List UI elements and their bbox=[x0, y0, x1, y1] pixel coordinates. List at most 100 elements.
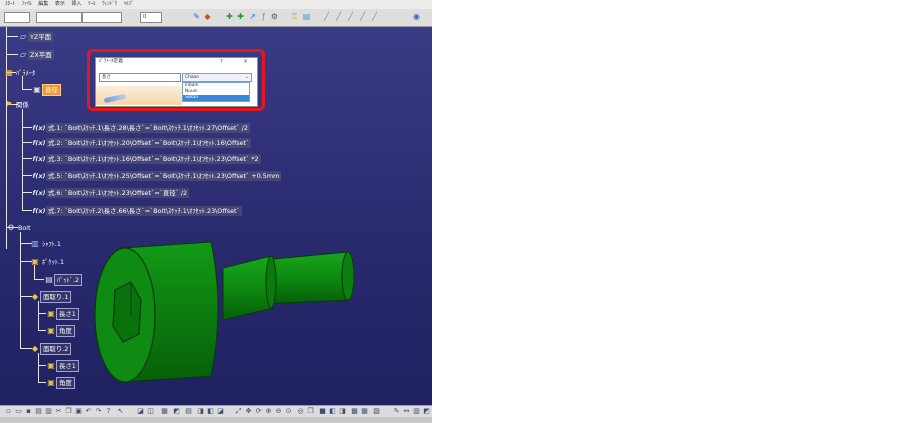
quick-print-icon[interactable]: ▥ bbox=[44, 407, 53, 416]
zoom-area-icon[interactable]: ⊙ bbox=[284, 407, 293, 416]
menu-item-view[interactable]: 表示 bbox=[55, 1, 65, 7]
pocket-icon: ▣ bbox=[31, 256, 39, 266]
copy-icon[interactable]: ❐ bbox=[64, 407, 73, 416]
view-icon-6[interactable]: ◨ bbox=[196, 407, 205, 416]
select-icon[interactable]: ↖ bbox=[116, 407, 125, 416]
tree-node-parameters[interactable]: ▦ ﾊﾟﾗﾒｰﾀ bbox=[4, 67, 37, 78]
bolt-3d-model[interactable] bbox=[93, 238, 363, 388]
toolbar-combo-2[interactable] bbox=[36, 12, 82, 23]
analysis-icon[interactable]: ◩ bbox=[422, 407, 431, 416]
rotate-icon[interactable]: ⟳ bbox=[254, 407, 263, 416]
menu-item-window[interactable]: ｳｨﾝﾄﾞｳ bbox=[102, 1, 117, 7]
zoom-in-icon[interactable]: ⊕ bbox=[264, 407, 273, 416]
tree-node-chamfer-1-length[interactable]: ▣ 長さ1 bbox=[46, 307, 79, 320]
fit-all-icon[interactable]: ⤢ bbox=[234, 407, 243, 416]
view-icon-2[interactable]: ◫ bbox=[146, 407, 155, 416]
tree-node-zx-plane[interactable]: ▱ ZX平面 bbox=[18, 49, 54, 60]
tool-icon-1[interactable]: ╱ bbox=[322, 12, 331, 21]
measure-item-icon[interactable]: ↔ bbox=[402, 407, 411, 416]
tree-node-pocket[interactable]: ▣ ﾎﾟｹｯﾄ.1 bbox=[30, 256, 66, 267]
hide-show-icon[interactable]: ◧ bbox=[328, 407, 337, 416]
pan-icon[interactable]: ✥ bbox=[244, 407, 253, 416]
tree-node-formula-5[interactable]: f(x) 式.5: `Bolt\ｽｹｯﾁ.1\ｵﾌｾｯﾄ.25\Offset`=… bbox=[32, 170, 282, 181]
chamfer-icon: ◆ bbox=[31, 291, 39, 301]
view-icon-3[interactable]: ▦ bbox=[160, 407, 169, 416]
tree-node-body[interactable]: ⚙ Bolt bbox=[6, 222, 33, 233]
chamfer-icon: ◆ bbox=[31, 343, 39, 353]
save-icon[interactable]: ▪ bbox=[24, 407, 33, 416]
menu-item-tools[interactable]: ﾂｰﾙ bbox=[88, 1, 96, 7]
parameter-icon: ▣ bbox=[47, 308, 55, 318]
law-icon[interactable]: ♖ bbox=[290, 12, 299, 21]
tree-node-chamfer-2-length[interactable]: ▣ 長さ1 bbox=[46, 359, 79, 372]
parameter-icon: ▣ bbox=[47, 360, 55, 370]
layer-icon[interactable]: ▧ bbox=[372, 407, 381, 416]
paste-icon[interactable]: ▣ bbox=[74, 407, 83, 416]
table-icon[interactable]: ▤ bbox=[302, 12, 311, 21]
view-icon-4[interactable]: ◩ bbox=[172, 407, 181, 416]
fix-constraint-icon[interactable]: ✚ bbox=[236, 12, 245, 21]
tree-node-chamfer-2-angle[interactable]: ▣ 角度 bbox=[46, 376, 75, 389]
tree-node-relations[interactable]: ⚑ 関係 bbox=[4, 99, 31, 110]
material-icon[interactable]: ▩ bbox=[350, 407, 359, 416]
add-constraint-icon[interactable]: ✚ bbox=[225, 12, 234, 21]
views-icon[interactable]: ❒ bbox=[306, 407, 315, 416]
formula-icon[interactable]: ƒ bbox=[259, 12, 268, 21]
toolbar-combo-layer[interactable]: 0 bbox=[140, 12, 162, 23]
catia-window: ｽﾀｰﾄ ﾌｧｲﾙ 編集 表示 挿入 ﾂｰﾙ ｳｨﾝﾄﾞｳ ﾍﾙﾌﾟ 0 ✎ ◆… bbox=[0, 0, 432, 423]
menu-item-start[interactable]: ｽﾀｰﾄ bbox=[5, 1, 15, 7]
toolbar-combo-3[interactable] bbox=[82, 12, 122, 23]
tree-node-chamfer-1[interactable]: ◆ 面取り.1 bbox=[30, 290, 72, 303]
new-file-icon[interactable]: ▫ bbox=[4, 407, 13, 416]
tree-node-formula-1[interactable]: f(x) 式.1: `Bolt\ｽｹｯﾁ.1\長さ.28\長さ`=`Bolt\ｽ… bbox=[32, 122, 250, 133]
tree-node-chamfer-2[interactable]: ◆ 面取り.2 bbox=[30, 342, 72, 355]
whats-this-icon[interactable]: ? bbox=[104, 407, 113, 416]
menu-item-edit[interactable]: 編集 bbox=[38, 1, 48, 7]
tree-node-formula-6[interactable]: f(x) 式.6: `Bolt\ｽｹｯﾁ.1\ｵﾌｾｯﾄ.23\Offset`=… bbox=[32, 187, 190, 198]
view-icon-1[interactable]: ◪ bbox=[136, 407, 145, 416]
view-icon-5[interactable]: ▤ bbox=[184, 407, 193, 416]
zoom-out-icon[interactable]: ⊖ bbox=[274, 407, 283, 416]
view-icon-8[interactable]: ◪ bbox=[216, 407, 225, 416]
measure-icon[interactable]: ↗ bbox=[248, 12, 257, 21]
print-icon[interactable]: ▤ bbox=[34, 407, 43, 416]
normal-view-icon[interactable]: ◎ bbox=[296, 407, 305, 416]
tree-node-diameter[interactable]: ▣ 直径 bbox=[32, 83, 61, 96]
relations-icon: ⚑ bbox=[5, 99, 13, 109]
highlight-icon[interactable]: ◆ bbox=[203, 12, 212, 21]
formula-icon: f(x) bbox=[32, 123, 46, 132]
format-painter-icon[interactable]: ✎ bbox=[192, 12, 201, 21]
tree-node-shaft[interactable]: ▥ ｼｬﾌﾄ.1 bbox=[30, 238, 63, 249]
formula-icon: f(x) bbox=[32, 154, 46, 163]
cut-icon[interactable]: ✂ bbox=[54, 407, 63, 416]
status-bar bbox=[0, 417, 432, 423]
tool-icon-2[interactable]: ╱ bbox=[334, 12, 343, 21]
tool-icon-5[interactable]: ╱ bbox=[370, 12, 379, 21]
tree-node-chamfer-1-angle[interactable]: ▣ 角度 bbox=[46, 324, 75, 337]
open-file-icon[interactable]: ▭ bbox=[14, 407, 23, 416]
knowledge-icon[interactable]: ⚙ bbox=[270, 12, 279, 21]
tree-node-formula-2[interactable]: f(x) 式.2: `Bolt\ｽｹｯﾁ.1\ｵﾌｾｯﾄ.20\Offset`=… bbox=[32, 137, 252, 148]
view-icon-7[interactable]: ◧ bbox=[206, 407, 215, 416]
menu-item-insert[interactable]: 挿入 bbox=[71, 1, 81, 7]
render-style-icon[interactable]: ■ bbox=[318, 407, 327, 416]
measure-between-icon[interactable]: ✎ bbox=[392, 407, 401, 416]
parameter-icon: ▣ bbox=[33, 84, 41, 94]
tree-node-formula-7[interactable]: f(x) 式.7: `Bolt\ｽｹｯﾁ.2\長さ.66\長さ`=`Bolt\ｽ… bbox=[32, 205, 242, 216]
inertia-icon[interactable]: ▥ bbox=[412, 407, 421, 416]
apply-icon[interactable]: ▦ bbox=[360, 407, 369, 416]
menu-item-file[interactable]: ﾌｧｲﾙ bbox=[22, 1, 32, 7]
tree-node-pad[interactable]: ▤ ﾊﾟｯﾄﾞ.2 bbox=[44, 273, 83, 286]
part-body-icon: ⚙ bbox=[7, 222, 15, 232]
tree-node-formula-3[interactable]: f(x) 式.3: `Bolt\ｽｹｯﾁ.1\ｵﾌｾｯﾄ.16\Offset`=… bbox=[32, 153, 261, 164]
formula-icon: f(x) bbox=[32, 171, 46, 180]
tool-icon-3[interactable]: ╱ bbox=[346, 12, 355, 21]
menu-item-help[interactable]: ﾍﾙﾌﾟ bbox=[124, 1, 134, 7]
globe-icon[interactable]: ◉ bbox=[412, 12, 421, 21]
tree-node-yz-plane[interactable]: ▱ YZ平面 bbox=[18, 31, 54, 42]
toolbar-combo-1[interactable] bbox=[4, 12, 30, 23]
tool-icon-4[interactable]: ╱ bbox=[358, 12, 367, 21]
redo-icon[interactable]: ↷ bbox=[94, 407, 103, 416]
undo-icon[interactable]: ↶ bbox=[84, 407, 93, 416]
swap-space-icon[interactable]: ◨ bbox=[338, 407, 347, 416]
